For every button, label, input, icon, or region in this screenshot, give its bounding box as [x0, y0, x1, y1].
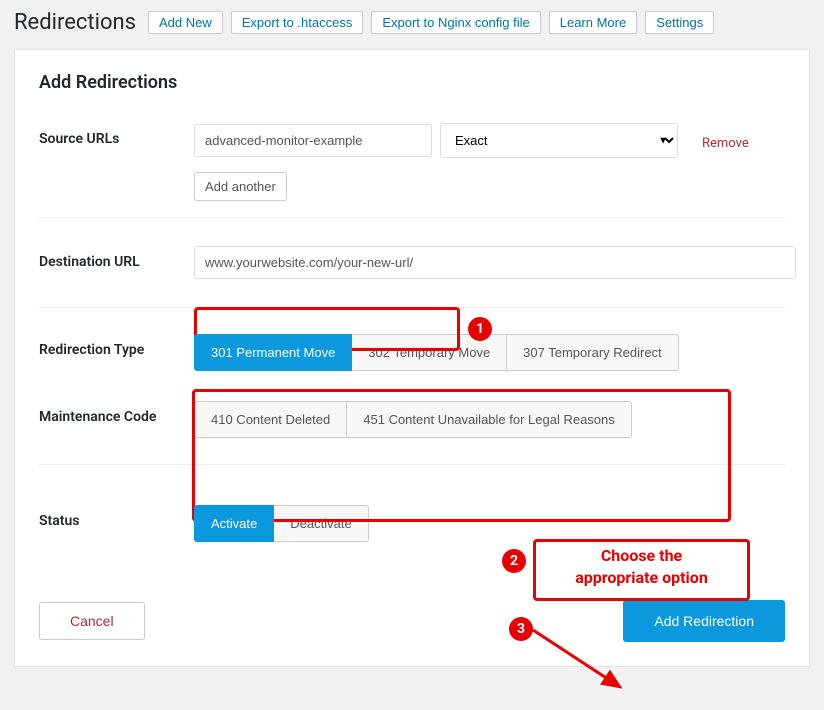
match-type-select[interactable]: Exact	[440, 123, 678, 158]
maintenance-code-row: Maintenance Code 410 Content Deleted 451…	[39, 383, 785, 460]
destination-url-label: Destination URL	[39, 246, 194, 270]
redirection-type-group: 301 Permanent Move 302 Temporary Move 30…	[194, 334, 679, 371]
add-redirections-panel: Add Redirections Source URLs Exact ▼ Rem…	[14, 49, 810, 667]
status-label: Status	[39, 505, 194, 529]
status-row: Status Activate Deactivate	[39, 469, 785, 554]
status-group: Activate Deactivate	[194, 505, 369, 542]
divider	[39, 217, 785, 218]
status-activate-button[interactable]: Activate	[194, 505, 274, 542]
source-urls-row: Source URLs Exact ▼ Remove Add another	[39, 111, 785, 213]
maint-410-button[interactable]: 410 Content Deleted	[194, 401, 347, 438]
learn-more-button[interactable]: Learn More	[549, 11, 637, 34]
remove-link[interactable]: Remove	[702, 130, 749, 151]
redirection-type-row: Redirection Type 301 Permanent Move 302 …	[39, 312, 785, 383]
redirection-type-label: Redirection Type	[39, 334, 194, 358]
divider	[39, 307, 785, 308]
export-htaccess-button[interactable]: Export to .htaccess	[231, 11, 364, 34]
maintenance-code-label: Maintenance Code	[39, 401, 194, 425]
type-302-button[interactable]: 302 Temporary Move	[351, 334, 507, 371]
destination-url-input[interactable]	[194, 246, 796, 279]
export-nginx-button[interactable]: Export to Nginx config file	[371, 11, 540, 34]
settings-button[interactable]: Settings	[645, 11, 714, 34]
add-redirection-button[interactable]: Add Redirection	[623, 600, 785, 642]
add-another-button[interactable]: Add another	[194, 172, 287, 201]
add-new-button[interactable]: Add New	[148, 11, 223, 34]
panel-title: Add Redirections	[39, 72, 785, 93]
footer-row: Cancel Add Redirection	[39, 554, 785, 642]
maintenance-code-group: 410 Content Deleted 451 Content Unavaila…	[194, 401, 632, 438]
page-title: Redirections	[14, 10, 136, 35]
source-url-input[interactable]	[194, 124, 432, 157]
cancel-button[interactable]: Cancel	[39, 602, 145, 640]
maint-451-button[interactable]: 451 Content Unavailable for Legal Reason…	[346, 401, 632, 438]
type-307-button[interactable]: 307 Temporary Redirect	[506, 334, 679, 371]
page-header: Redirections Add New Export to .htaccess…	[14, 10, 810, 35]
type-301-button[interactable]: 301 Permanent Move	[194, 334, 352, 371]
status-deactivate-button[interactable]: Deactivate	[273, 505, 368, 542]
destination-url-row: Destination URL	[39, 222, 785, 303]
divider	[39, 464, 785, 465]
source-urls-label: Source URLs	[39, 123, 194, 147]
